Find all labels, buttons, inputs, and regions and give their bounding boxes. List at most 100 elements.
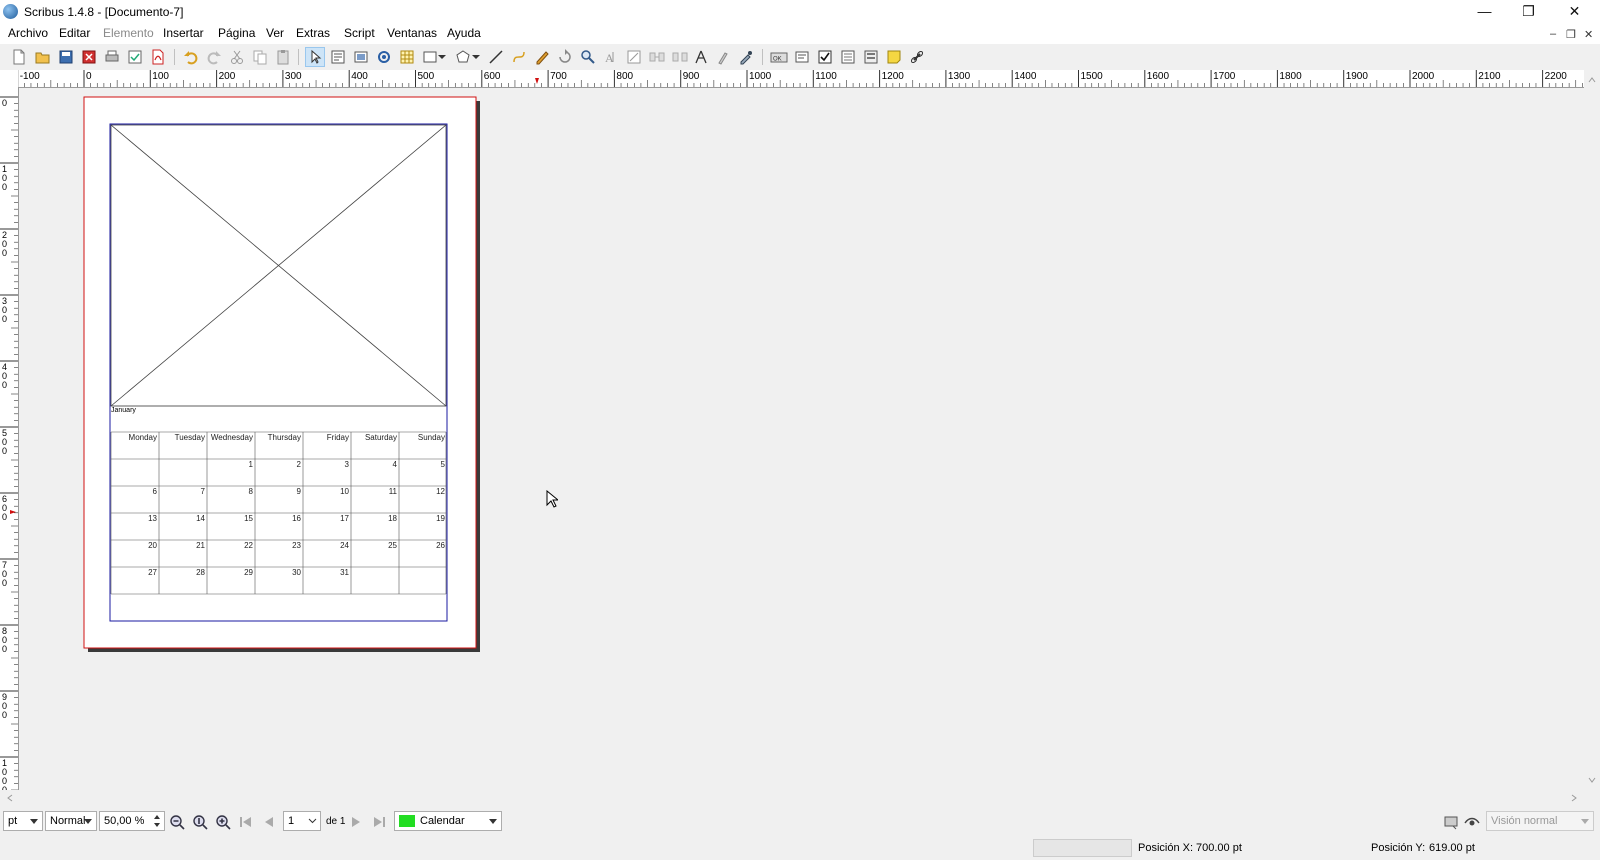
page[interactable]: [83, 96, 477, 649]
ruler-label-char: 0: [2, 512, 7, 522]
polygon-button[interactable]: [453, 47, 473, 67]
line-button[interactable]: [486, 47, 506, 67]
calendar-day-cell: 8: [249, 487, 254, 496]
zoom-button[interactable]: [578, 47, 598, 67]
pdf-link-tool[interactable]: [907, 47, 927, 67]
menu-script[interactable]: Script: [344, 26, 375, 40]
page-number-select[interactable]: 1: [283, 811, 321, 831]
menu-archivo[interactable]: Archivo: [8, 26, 48, 40]
maximize-button[interactable]: ❐: [1506, 0, 1551, 22]
measure-button[interactable]: [691, 47, 711, 67]
unlink-frames-icon: [672, 52, 688, 62]
save-button[interactable]: [56, 47, 76, 67]
select-tool-button[interactable]: [305, 47, 325, 67]
menu-editar[interactable]: Editar: [59, 26, 90, 40]
horizontal-scrollbar[interactable]: [0, 790, 1584, 806]
zoom-value: 50,00 %: [104, 815, 145, 827]
pdf-checkbox-tool[interactable]: [815, 47, 835, 67]
freehand-button[interactable]: [532, 47, 552, 67]
next-page-button[interactable]: [348, 814, 364, 830]
eyedropper-button[interactable]: [736, 47, 756, 67]
menu-bar: Archivo Editar Elemento Insertar Página …: [0, 24, 1600, 44]
pdf-combo-box-tool[interactable]: [838, 47, 858, 67]
last-page-button[interactable]: [371, 814, 387, 830]
rotate-button[interactable]: [555, 47, 575, 67]
menu-insertar[interactable]: Insertar: [163, 26, 204, 40]
edit-text-button[interactable]: A: [601, 47, 621, 67]
zoom-in-button[interactable]: [215, 814, 231, 830]
calendar-day-cell: 15: [244, 514, 253, 523]
close-document-button[interactable]: [79, 47, 99, 67]
render-frame-button[interactable]: [374, 47, 394, 67]
image-frame-button[interactable]: [351, 47, 371, 67]
pdf-text-field-tool[interactable]: [792, 47, 812, 67]
menu-extras[interactable]: Extras: [296, 26, 330, 40]
last-page-icon: [374, 817, 385, 827]
first-page-button[interactable]: [238, 814, 254, 830]
view-eye-button[interactable]: [1464, 814, 1480, 830]
zoom-100-button[interactable]: [192, 814, 208, 830]
minimize-button[interactable]: —: [1462, 0, 1507, 22]
layer-select[interactable]: Calendar: [394, 811, 502, 831]
copy-properties-icon: [718, 52, 728, 65]
pdf-button-icon: OK: [770, 52, 788, 63]
pdf-button-tool[interactable]: OK: [769, 47, 789, 67]
preview-toggle-button[interactable]: [1443, 814, 1459, 830]
spin-arrows-icon: [154, 815, 160, 827]
table-button[interactable]: [397, 47, 417, 67]
mdi-minimize-button[interactable]: –: [1550, 28, 1556, 40]
menu-ayuda[interactable]: Ayuda: [447, 26, 481, 40]
paste-button[interactable]: [273, 47, 293, 67]
open-button[interactable]: [33, 47, 53, 67]
copy-icon: [253, 50, 267, 65]
ruler-label: 900: [683, 71, 700, 82]
main-toolbar: A OK: [0, 44, 1600, 71]
redo-button[interactable]: [204, 47, 224, 67]
close-button[interactable]: ✕: [1552, 0, 1597, 22]
menu-pagina[interactable]: Página: [218, 26, 255, 40]
previous-page-button[interactable]: [261, 814, 277, 830]
link-frames-button[interactable]: [647, 47, 667, 67]
edit-text-icon: A: [605, 51, 614, 65]
ruler-label: 600: [484, 71, 501, 82]
shape-dropdown[interactable]: [437, 47, 447, 67]
menu-ver[interactable]: Ver: [266, 26, 284, 40]
image-mode-select[interactable]: Normal: [45, 811, 97, 831]
document-canvas[interactable]: January Monday Tuesday Wednesday Thursday Fr…: [19, 88, 1584, 790]
bezier-button[interactable]: [509, 47, 529, 67]
new-document-button[interactable]: [9, 47, 29, 67]
mdi-restore-button[interactable]: ❐: [1566, 28, 1576, 41]
minimize-icon: —: [1477, 3, 1492, 19]
text-frame-button[interactable]: [328, 47, 348, 67]
unit-select[interactable]: pt: [3, 811, 43, 831]
vertical-scrollbar[interactable]: [1584, 70, 1600, 790]
calendar-day-cell: 30: [292, 568, 301, 577]
horizontal-ruler[interactable]: -100 0 100 200 300 400 500 600 700 800 900 1000 1100…: [18, 70, 1584, 88]
export-pdf-button[interactable]: [148, 47, 168, 67]
pdf-checkbox-icon: [818, 50, 832, 64]
zoom-out-button[interactable]: [169, 814, 185, 830]
story-editor-button[interactable]: [624, 47, 644, 67]
copy-button[interactable]: [250, 47, 270, 67]
cut-button[interactable]: [227, 47, 247, 67]
zoom-input[interactable]: 50,00 %: [99, 811, 165, 831]
polygon-dropdown[interactable]: [471, 47, 481, 67]
undo-button[interactable]: [181, 47, 201, 67]
vertical-ruler[interactable]: 01002003004005006007008009001000: [0, 87, 19, 790]
calendar-day-cell: 21: [196, 541, 205, 550]
ruler-origin[interactable]: [0, 70, 19, 88]
print-button[interactable]: [102, 47, 122, 67]
view-mode-select[interactable]: Visión normal: [1486, 811, 1594, 831]
menu-ventanas[interactable]: Ventanas: [387, 26, 437, 40]
preflight-button[interactable]: [125, 47, 145, 67]
mdi-close-button[interactable]: ✕: [1584, 28, 1593, 41]
pdf-list-box-tool[interactable]: [861, 47, 881, 67]
copy-properties-button[interactable]: [713, 47, 733, 67]
next-page-icon: [352, 817, 360, 827]
rotate-icon: [559, 49, 571, 63]
unlink-frames-button[interactable]: [670, 47, 690, 67]
menu-elemento[interactable]: Elemento: [103, 26, 154, 40]
ruler-label: 100: [152, 71, 169, 82]
ruler-label-char: 0: [2, 578, 7, 588]
pdf-annotation-tool[interactable]: [884, 47, 904, 67]
